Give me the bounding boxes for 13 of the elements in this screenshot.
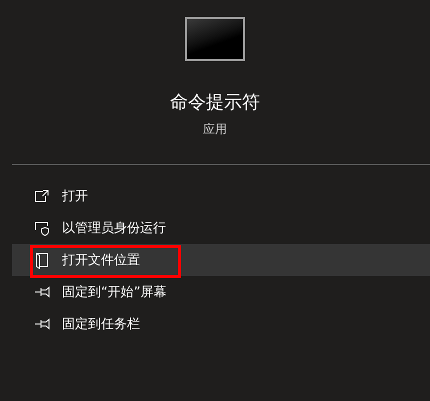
menu-item[interactable]: 打开 — [12, 180, 430, 212]
pin-icon — [34, 286, 50, 298]
menu-item[interactable]: 以管理员身份运行 — [12, 212, 430, 244]
console-window-icon — [185, 17, 245, 61]
shield-icon — [34, 220, 50, 236]
app-type: 应用 — [203, 121, 227, 138]
pin-icon — [34, 318, 50, 330]
menu-item[interactable]: 固定到任务栏 — [12, 308, 430, 340]
menu-item[interactable]: 打开文件位置 — [12, 244, 430, 276]
open-icon — [34, 189, 50, 203]
folder-icon — [35, 252, 49, 268]
menu-item[interactable]: 固定到“开始”屏幕 — [12, 276, 430, 308]
app-name: 命令提示符 — [170, 91, 260, 115]
